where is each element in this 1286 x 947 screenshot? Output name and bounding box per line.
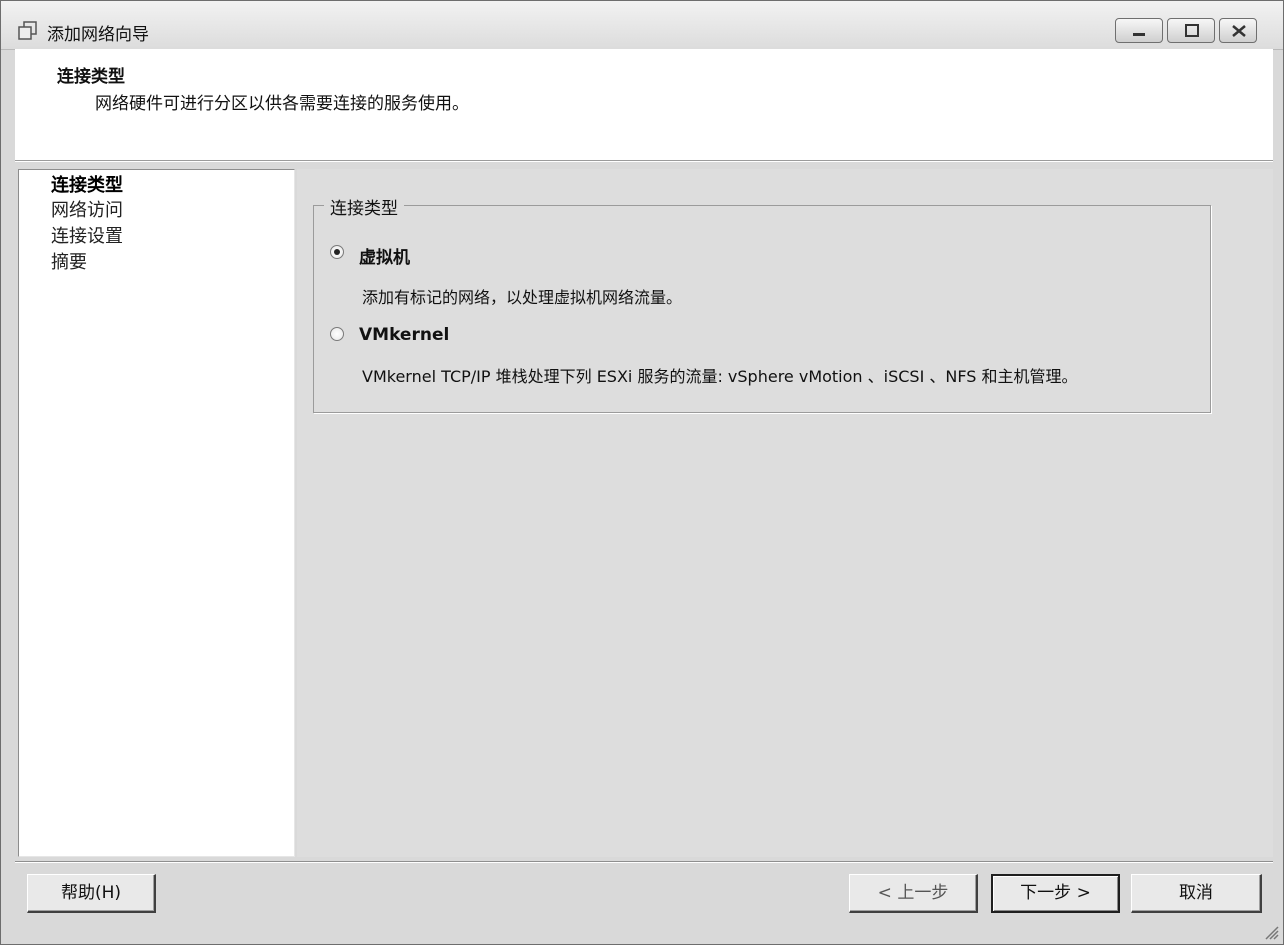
- page-description: 网络硬件可进行分区以供各需要连接的服务使用。: [95, 94, 469, 114]
- nav-step-connection-type[interactable]: 连接类型: [51, 174, 123, 198]
- option-virtual-machine-description: 添加有标记的网络，以处理虚拟机网络流量。: [362, 288, 683, 307]
- wizard-header: 连接类型 网络硬件可进行分区以供各需要连接的服务使用。: [15, 49, 1273, 160]
- radio-virtual-machine[interactable]: [330, 245, 344, 259]
- title-bar[interactable]: 添加网络向导: [1, 1, 1283, 50]
- radio-vmkernel[interactable]: [330, 327, 344, 341]
- add-network-wizard-window: 添加网络向导 连接类型 网络硬件可进行分区以供各需要连接的服务使用。 连接类型 …: [0, 0, 1284, 945]
- wizard-content: 连接类型 虚拟机 添加有标记的网络，以处理虚拟机网络流量。 VMkernel V…: [297, 169, 1273, 857]
- network-wizard-icon: [17, 21, 39, 41]
- help-button[interactable]: 帮助(H): [27, 874, 156, 913]
- maximize-button[interactable]: [1167, 18, 1215, 43]
- header-divider-highlight: [15, 161, 1273, 162]
- connection-type-group: 连接类型 虚拟机 添加有标记的网络，以处理虚拟机网络流量。 VMkernel V…: [313, 194, 1211, 413]
- minimize-icon: [1133, 33, 1145, 36]
- nav-step-network-access[interactable]: 网络访问: [51, 199, 123, 223]
- minimize-button[interactable]: [1115, 18, 1163, 43]
- nav-step-connection-settings[interactable]: 连接设置: [51, 225, 123, 249]
- radio-selected-dot-icon: [334, 249, 340, 255]
- next-button[interactable]: 下一步 >: [991, 874, 1120, 913]
- option-vmkernel-label[interactable]: VMkernel: [359, 325, 449, 345]
- cancel-button[interactable]: 取消: [1131, 874, 1262, 913]
- window-title: 添加网络向导: [47, 25, 149, 45]
- option-vmkernel-description: VMkernel TCP/IP 堆栈处理下列 ESXi 服务的流量: vSphe…: [362, 367, 1078, 386]
- page-title: 连接类型: [57, 67, 125, 87]
- maximize-icon: [1185, 24, 1199, 37]
- footer-divider-highlight: [15, 862, 1273, 863]
- close-button[interactable]: [1219, 18, 1257, 43]
- back-button[interactable]: < 上一步: [849, 874, 978, 913]
- option-virtual-machine-label[interactable]: 虚拟机: [359, 243, 410, 268]
- group-legend: 连接类型: [324, 194, 404, 219]
- close-icon: [1232, 25, 1246, 37]
- wizard-steps-nav: 连接类型 网络访问 连接设置 摘要: [18, 169, 295, 857]
- resize-grip-icon[interactable]: [1261, 922, 1279, 940]
- nav-step-summary[interactable]: 摘要: [51, 251, 87, 275]
